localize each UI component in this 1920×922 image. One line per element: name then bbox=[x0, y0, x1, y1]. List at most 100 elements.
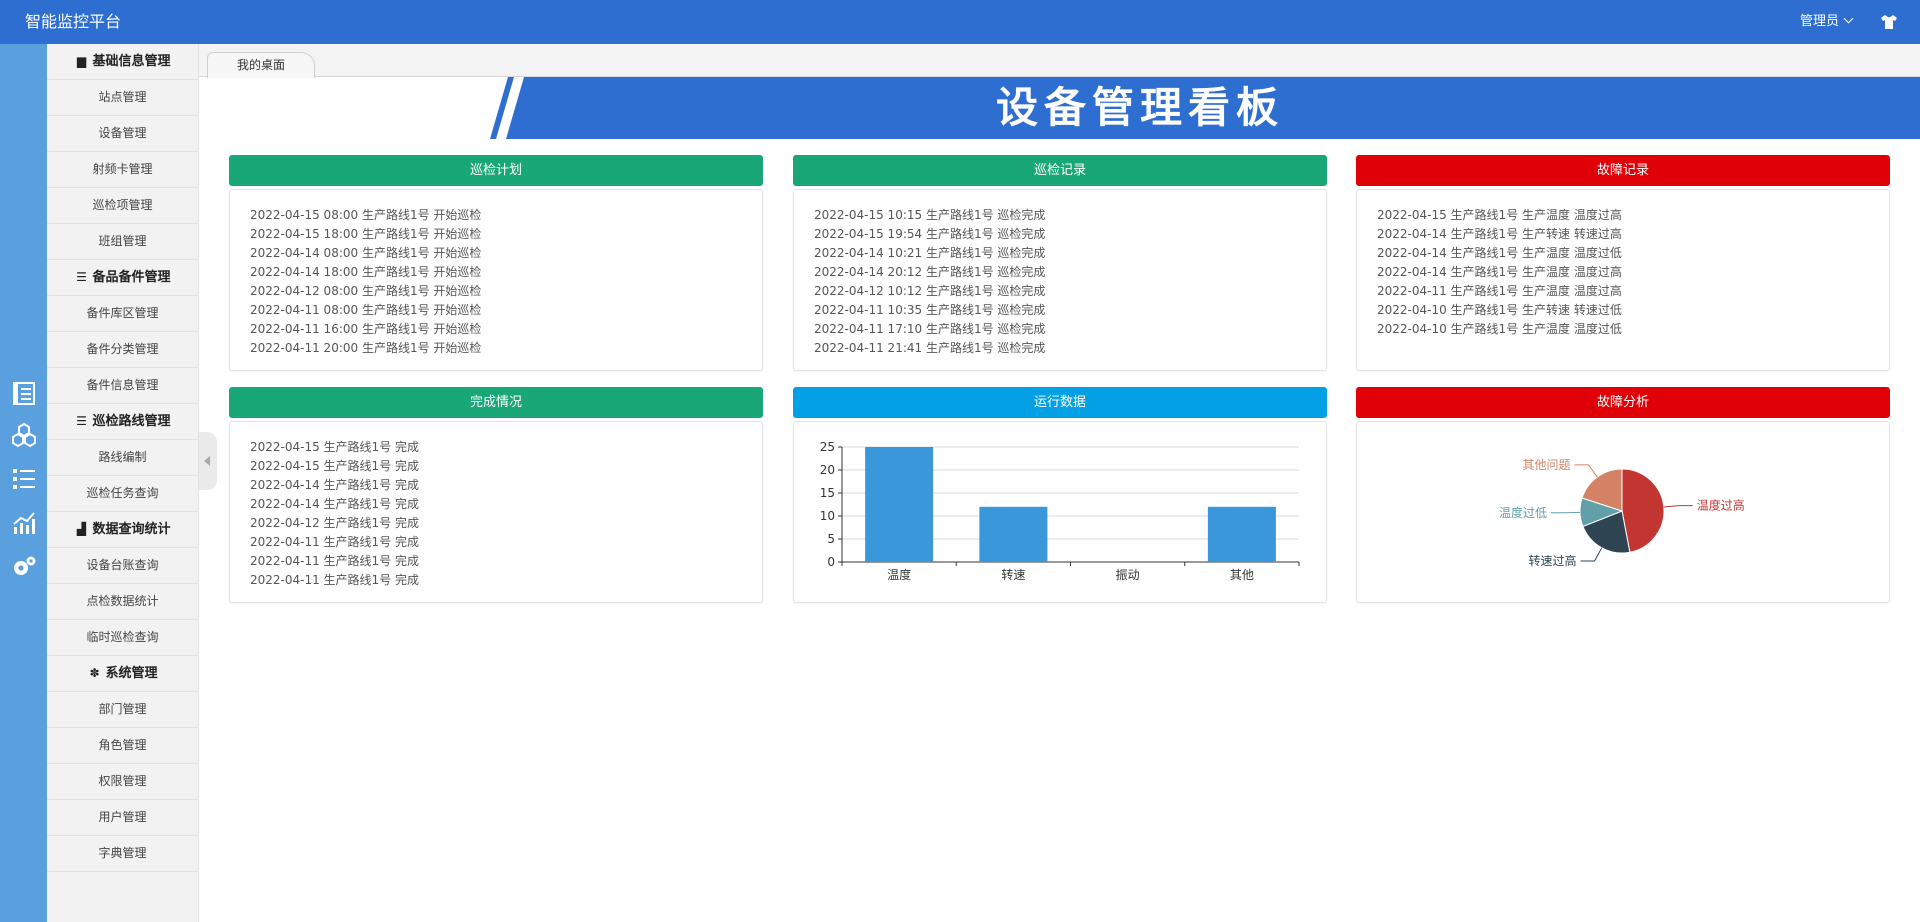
sidebar-item[interactable]: 备件分类管理 bbox=[47, 332, 198, 368]
cubes-icon[interactable] bbox=[11, 422, 37, 448]
panel-body: 温度过高 转速过高 温度过低 其他问题 bbox=[1356, 421, 1890, 603]
bar-chart: 0 5 10 15 20 25 温度 转速 振动 其他 bbox=[820, 440, 1300, 582]
sidebar-group-header[interactable]: ✽ 系统管理 bbox=[47, 656, 198, 692]
list-item: 2022-04-10 生产路线1号 生产转速 转速过低 bbox=[1377, 303, 1622, 317]
panel-body: 0 5 10 15 20 25 温度 转速 振动 其他 bbox=[793, 421, 1327, 603]
y-tick-label: 15 bbox=[820, 486, 835, 500]
sidebar-item[interactable]: 临时巡检查询 bbox=[47, 620, 198, 656]
y-tick-label: 5 bbox=[827, 532, 835, 546]
panel-body: 2022-04-15 生产路线1号 完成 2022-04-15 生产路线1号 完成… bbox=[229, 421, 763, 603]
panel-body: 2022-04-15 生产路线1号 生产温度 温度过高 2022-04-14 生产… bbox=[1356, 189, 1890, 371]
x-tick-label: 振动 bbox=[1116, 568, 1140, 582]
y-tick-label: 20 bbox=[820, 463, 835, 477]
bar bbox=[979, 506, 1048, 562]
gear-icon[interactable] bbox=[11, 554, 37, 580]
pie-leader-line bbox=[1663, 505, 1693, 508]
x-tick-label: 转速 bbox=[1001, 567, 1025, 582]
list-item: 2022-04-11 08:00 生产路线1号 开始巡检 bbox=[250, 303, 482, 317]
list-item: 2022-04-15 10:15 生产路线1号 巡检完成 bbox=[814, 208, 1046, 222]
sidebar-item[interactable]: 字典管理 bbox=[47, 836, 198, 872]
top-bar: 智能监控平台 管理员 bbox=[0, 0, 1920, 44]
pie-chart: 温度过高转速过高 温度过低 其他问题 bbox=[1499, 458, 1745, 568]
x-tick-label: 温度 bbox=[887, 567, 911, 582]
bar-chart-icon: ▟ bbox=[76, 522, 87, 536]
app-title: 智能监控平台 bbox=[25, 12, 122, 31]
sidebar-group-header[interactable]: ▟ 数据查询统计 bbox=[47, 512, 198, 548]
list-item: 2022-04-14 10:21 生产路线1号 巡检完成 bbox=[814, 246, 1046, 260]
list-item: 2022-04-14 08:00 生产路线1号 开始巡检 bbox=[250, 246, 482, 260]
sidebar-item[interactable]: 站点管理 bbox=[47, 80, 198, 116]
tab-my-desktop[interactable]: 我的桌面 bbox=[207, 52, 315, 78]
sidebar-group-title: 数据查询统计 bbox=[92, 522, 171, 537]
sidebar-item[interactable]: 备件库区管理 bbox=[47, 296, 198, 332]
list-item: 2022-04-14 生产路线1号 完成 bbox=[250, 478, 420, 492]
icon-rail bbox=[0, 44, 47, 922]
list-item: 2022-04-14 生产路线1号 生产温度 温度过高 bbox=[1377, 265, 1622, 279]
sidebar-group-header[interactable]: ▆ 基础信息管理 bbox=[47, 44, 198, 80]
book-icon[interactable] bbox=[11, 380, 37, 406]
panel-completion: 完成情况 2022-04-15 生产路线1号 完成 2022-04-15 生产路线… bbox=[229, 387, 763, 603]
list-item: 2022-04-11 21:41 生产路线1号 巡检完成 bbox=[814, 341, 1046, 355]
bar bbox=[865, 447, 934, 562]
panel-header: 故障分析 bbox=[1356, 387, 1890, 418]
list-item: 2022-04-11 生产路线1号 生产温度 温度过高 bbox=[1377, 284, 1622, 298]
sidebar-group-title: 巡检路线管理 bbox=[92, 414, 171, 429]
x-tick-label: 其他 bbox=[1230, 568, 1254, 582]
pie-leader-line bbox=[1574, 464, 1598, 478]
sidebar-group-header[interactable]: ☰ 备品备件管理 bbox=[47, 260, 198, 296]
list-item: 2022-04-15 生产路线1号 完成 bbox=[250, 459, 420, 473]
book-icon: ▆ bbox=[76, 54, 87, 68]
y-tick-label: 25 bbox=[820, 440, 835, 454]
list-item: 2022-04-14 生产路线1号 生产转速 转速过高 bbox=[1377, 227, 1622, 241]
bar bbox=[1207, 506, 1276, 562]
panel-body: 2022-04-15 08:00 生产路线1号 开始巡检 2022-04-15 1… bbox=[229, 189, 763, 371]
sidebar-item[interactable]: 巡检任务查询 bbox=[47, 476, 198, 512]
list-item: 2022-04-15 生产路线1号 完成 bbox=[250, 440, 420, 454]
sidebar-item[interactable]: 点检数据统计 bbox=[47, 584, 198, 620]
panel-header: 巡检记录 bbox=[793, 155, 1327, 186]
sidebar-item[interactable]: 班组管理 bbox=[47, 224, 198, 260]
list-item: 2022-04-15 18:00 生产路线1号 开始巡检 bbox=[250, 227, 482, 241]
list-item: 2022-04-12 10:12 生产路线1号 巡检完成 bbox=[814, 284, 1046, 298]
panel-inspection-record: 巡检记录 2022-04-15 10:15 生产路线1号 巡检完成 2022-04… bbox=[793, 155, 1327, 371]
user-name: 管理员 bbox=[1799, 14, 1839, 29]
sidebar-collapse-toggle[interactable] bbox=[199, 432, 217, 490]
panel-header: 完成情况 bbox=[229, 387, 763, 418]
list-item: 2022-04-11 16:00 生产路线1号 开始巡检 bbox=[250, 322, 482, 336]
list-icon[interactable] bbox=[11, 466, 37, 492]
sidebar-item[interactable]: 用户管理 bbox=[47, 800, 198, 836]
pie-slice bbox=[1621, 468, 1665, 553]
user-menu[interactable]: 管理员 bbox=[1799, 0, 1854, 44]
sidebar-item[interactable]: 巡检项管理 bbox=[47, 188, 198, 224]
sidebar-item[interactable]: 射频卡管理 bbox=[47, 152, 198, 188]
sidebar-item[interactable]: 角色管理 bbox=[47, 728, 198, 764]
list-item: 2022-04-11 生产路线1号 完成 bbox=[250, 554, 420, 568]
list-icon: ☰ bbox=[76, 414, 87, 428]
list-item: 2022-04-11 17:10 生产路线1号 巡检完成 bbox=[814, 322, 1046, 336]
sidebar-item[interactable]: 权限管理 bbox=[47, 764, 198, 800]
list-item: 2022-04-14 生产路线1号 完成 bbox=[250, 497, 420, 511]
sidebar-item[interactable]: 备件信息管理 bbox=[47, 368, 198, 404]
list-icon: ☰ bbox=[76, 270, 87, 284]
list-item: 2022-04-11 20:00 生产路线1号 开始巡检 bbox=[250, 341, 482, 355]
sidebar-group-title: 基础信息管理 bbox=[92, 54, 171, 69]
tshirt-icon[interactable] bbox=[1880, 14, 1898, 30]
chart-line-icon[interactable] bbox=[11, 510, 37, 536]
sidebar-item[interactable]: 路线编制 bbox=[47, 440, 198, 476]
y-tick-label: 10 bbox=[820, 509, 835, 523]
tab-bar: 我的桌面 bbox=[199, 44, 1920, 78]
list-item: 2022-04-14 18:00 生产路线1号 开始巡检 bbox=[250, 265, 482, 279]
list-item: 2022-04-14 20:12 生产路线1号 巡检完成 bbox=[814, 265, 1046, 279]
pie-label: 温度过低 bbox=[1499, 505, 1547, 520]
list-item: 2022-04-11 10:35 生产路线1号 巡检完成 bbox=[814, 303, 1046, 317]
dashboard-title: 设备管理看板 bbox=[995, 83, 1284, 132]
panel-fault-record: 故障记录 2022-04-15 生产路线1号 生产温度 温度过高 2022-04-… bbox=[1356, 155, 1890, 371]
sidebar-item[interactable]: 设备台账查询 bbox=[47, 548, 198, 584]
sidebar-item[interactable]: 设备管理 bbox=[47, 116, 198, 152]
pie-label: 温度过高 bbox=[1697, 498, 1745, 513]
sidebar-group-header[interactable]: ☰ 巡检路线管理 bbox=[47, 404, 198, 440]
sidebar-item[interactable]: 部门管理 bbox=[47, 692, 198, 728]
list-item: 2022-04-12 08:00 生产路线1号 开始巡检 bbox=[250, 284, 482, 298]
panel-running-data: 运行数据 0 5 10 15 20 25 温度 转速 振动 其他 bbox=[793, 387, 1327, 603]
list-item: 2022-04-11 生产路线1号 完成 bbox=[250, 535, 420, 549]
